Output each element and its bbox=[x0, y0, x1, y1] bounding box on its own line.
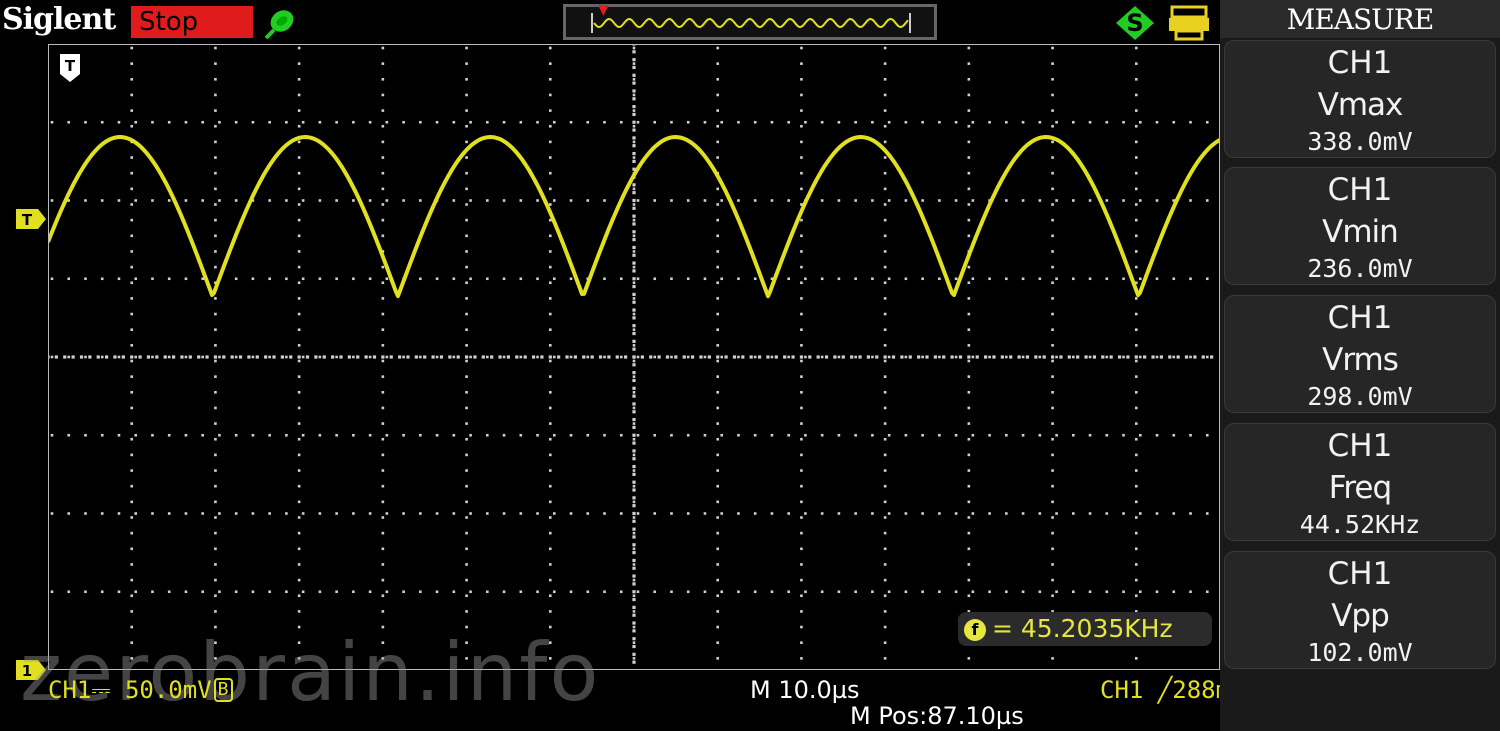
measure-value: 298.0mV bbox=[1307, 382, 1413, 411]
probe-icon bbox=[258, 4, 302, 46]
measure-value: 44.52KHz bbox=[1299, 510, 1421, 539]
measure-value: 236.0mV bbox=[1307, 254, 1413, 283]
menu-title: MEASURE bbox=[1220, 0, 1500, 38]
measure-item-vmin[interactable]: CH1 Vmin 236.0mV bbox=[1224, 167, 1496, 285]
run-status-badge: Stop bbox=[131, 6, 253, 38]
memory-timeline-strip[interactable] bbox=[563, 4, 937, 40]
measure-menu: MEASURE CH1 Vmax 338.0mV CH1 Vmin 236.0m… bbox=[1220, 0, 1500, 731]
measure-name: Vpp bbox=[1331, 598, 1390, 634]
measure-item-freq[interactable]: CH1 Freq 44.52KHz bbox=[1224, 423, 1496, 541]
watermark: zerobrain.info bbox=[20, 626, 601, 719]
measure-channel: CH1 bbox=[1327, 428, 1393, 464]
horizontal-position[interactable]: M Pos:87.10µs bbox=[850, 702, 1024, 730]
bandwidth-limit-badge: B bbox=[213, 678, 233, 702]
trigger-level-marker[interactable]: T bbox=[16, 209, 46, 229]
measure-channel: CH1 bbox=[1327, 556, 1393, 592]
measure-channel: CH1 bbox=[1327, 300, 1393, 336]
trigger-position-marker: ▼ bbox=[598, 2, 609, 18]
measure-name: Freq bbox=[1328, 470, 1392, 506]
frequency-counter-value: = 45.2035KHz bbox=[992, 614, 1173, 643]
ch1-scale-value: CH1⎓ 50.0mV bbox=[48, 676, 212, 704]
measure-name: Vmax bbox=[1317, 87, 1404, 123]
measure-value: 102.0mV bbox=[1307, 638, 1413, 667]
measure-value: 338.0mV bbox=[1307, 127, 1413, 156]
measure-item-vmax[interactable]: CH1 Vmax 338.0mV bbox=[1224, 40, 1496, 158]
svg-text:S: S bbox=[1126, 9, 1143, 37]
top-status-bar: Siglent Stop ▼ S bbox=[0, 0, 1220, 44]
dollar-icon: S bbox=[1112, 4, 1158, 46]
brand-logo: Siglent bbox=[2, 2, 116, 37]
svg-text:T: T bbox=[22, 211, 33, 229]
frequency-counter-icon: f bbox=[964, 619, 986, 641]
ch1-vertical-scale[interactable]: CH1⎓ 50.0mV B bbox=[48, 676, 233, 704]
measure-item-vpp[interactable]: CH1 Vpp 102.0mV bbox=[1224, 551, 1496, 669]
measure-channel: CH1 bbox=[1327, 172, 1393, 208]
waveform-display[interactable] bbox=[48, 44, 1220, 670]
measure-name: Vmin bbox=[1322, 214, 1399, 250]
trigger-time-marker: T bbox=[60, 54, 80, 82]
printer-icon bbox=[1166, 4, 1212, 46]
measure-item-vrms[interactable]: CH1 Vrms 298.0mV bbox=[1224, 295, 1496, 413]
measure-channel: CH1 bbox=[1327, 45, 1393, 81]
horizontal-timebase[interactable]: M 10.0µs bbox=[750, 676, 860, 704]
measure-name: Vrms bbox=[1322, 342, 1399, 378]
svg-text:T: T bbox=[65, 57, 76, 75]
frequency-counter: f = 45.2035KHz bbox=[958, 612, 1212, 646]
